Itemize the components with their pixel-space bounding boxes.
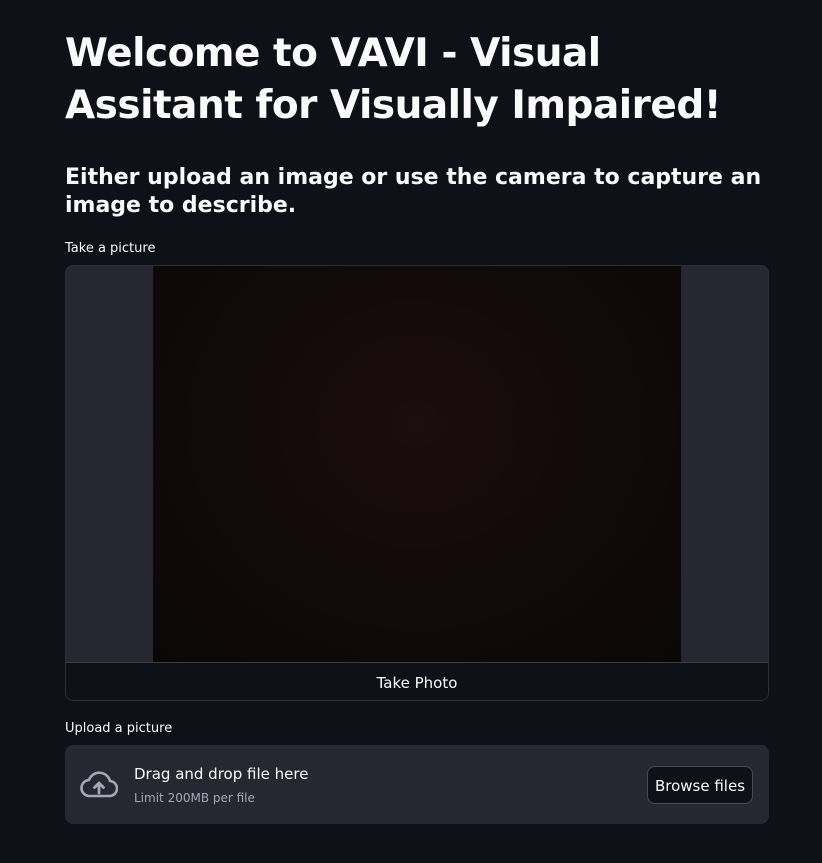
file-uploader-label: Upload a picture — [65, 721, 173, 736]
camera-input: Take Photo — [65, 265, 769, 701]
page-subtitle: Either upload an image or use the camera… — [65, 165, 762, 218]
file-size-limit: Limit 200MB per file — [134, 791, 255, 805]
take-photo-button[interactable]: Take Photo — [66, 662, 768, 700]
cloud-upload-icon — [80, 770, 119, 800]
camera-input-label: Take a picture — [65, 241, 156, 256]
browse-files-button[interactable]: Browse files — [647, 766, 753, 804]
file-dropzone[interactable]: Drag and drop file here Limit 200MB per … — [65, 745, 769, 824]
camera-feed — [153, 266, 681, 662]
drop-instructions: Drag and drop file here — [134, 765, 309, 783]
page-title: Welcome to VAVI - Visual Assitant for Vi… — [65, 31, 722, 128]
